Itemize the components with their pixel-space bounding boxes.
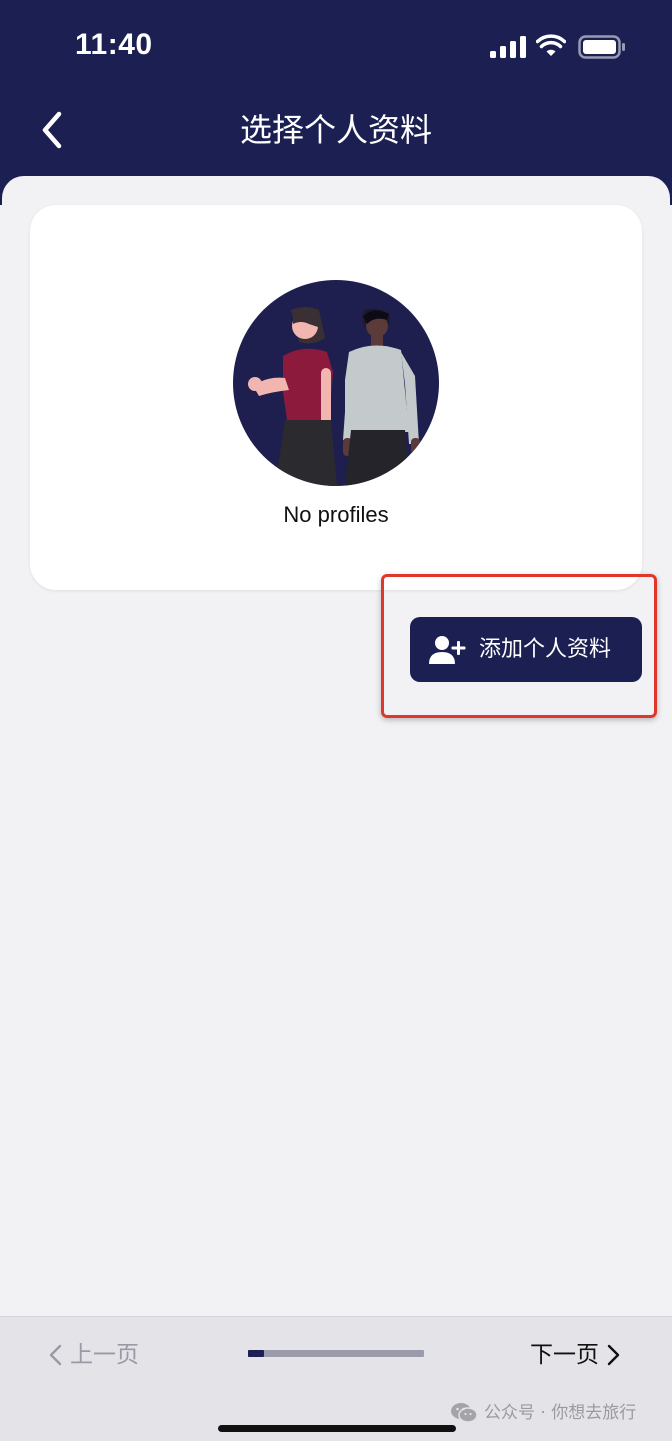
page-title: 选择个人资料: [239, 111, 432, 149]
prev-page-label: 上一页: [70, 1342, 139, 1368]
home-indicator: [218, 1425, 456, 1432]
user-plus-icon: [429, 635, 466, 664]
add-profile-button[interactable]: 添加个人资料: [410, 617, 642, 682]
next-page-label: 下一页: [530, 1342, 599, 1368]
wechat-icon: [451, 1403, 478, 1423]
two-people-illustration: [233, 280, 439, 486]
signal-icon: [490, 36, 526, 58]
chevron-right-icon: [607, 1344, 620, 1366]
prev-page-button[interactable]: 上一页: [48, 1340, 139, 1370]
empty-state-message: No profiles: [283, 502, 389, 527]
watermark-text: 公众号 · 你想去旅行: [484, 1403, 637, 1423]
wifi-icon: [536, 34, 566, 56]
chevron-left-icon: [49, 1344, 62, 1366]
battery-icon: [578, 35, 625, 59]
add-profile-label: 添加个人资料: [479, 636, 612, 662]
progress-fill: [248, 1350, 264, 1357]
status-time: 11:40: [75, 28, 153, 61]
next-page-button[interactable]: 下一页: [530, 1340, 621, 1370]
watermark: 公众号 · 你想去旅行: [450, 1400, 636, 1426]
progress-bar: [248, 1350, 424, 1357]
